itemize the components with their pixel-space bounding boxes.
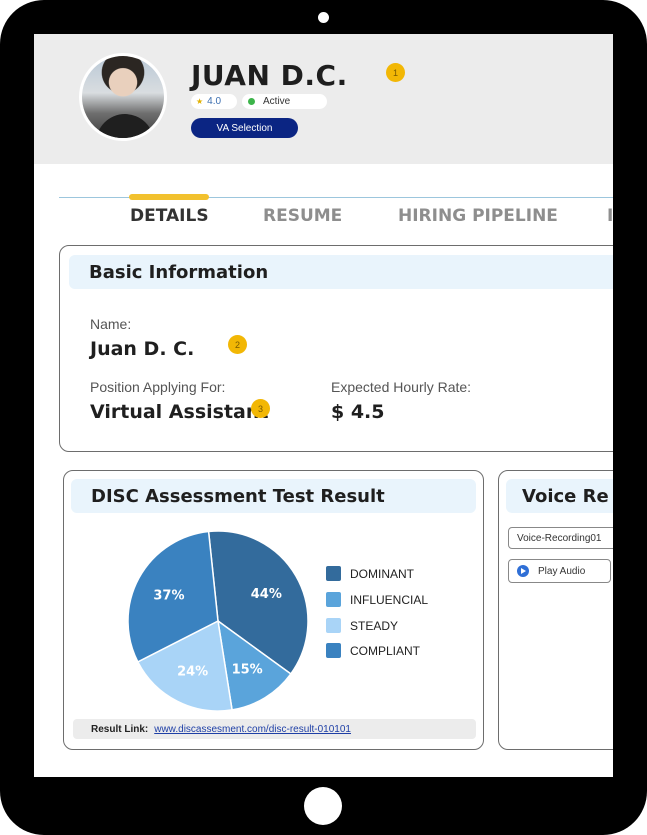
legend-item-influencial: INFLUENCIAL bbox=[326, 592, 428, 607]
legend-swatch bbox=[326, 566, 341, 581]
status-dot-icon bbox=[248, 98, 255, 105]
candidate-name: JUAN D.C. bbox=[191, 59, 348, 92]
tab-hiring-pipeline[interactable]: HIRING PIPELINE bbox=[398, 206, 558, 226]
tab-resume[interactable]: RESUME bbox=[263, 206, 342, 226]
play-audio-label: Play Audio bbox=[538, 565, 586, 577]
legend-item-steady: STEADY bbox=[326, 618, 398, 633]
rating-value: 4.0 bbox=[207, 96, 222, 107]
name-value: Juan D. C. bbox=[90, 338, 195, 360]
active-tab-indicator bbox=[129, 194, 209, 200]
pie-label-compliant: 37% bbox=[153, 588, 184, 603]
legend-label: STEADY bbox=[350, 618, 399, 633]
play-audio-button[interactable]: Play Audio bbox=[508, 559, 611, 583]
legend-swatch bbox=[326, 592, 341, 607]
legend-item-compliant: COMPLIANT bbox=[326, 643, 420, 658]
play-icon bbox=[517, 565, 529, 577]
marker-badge: 2 bbox=[228, 335, 247, 354]
star-icon: ★ bbox=[196, 97, 204, 106]
pie-label-dominant: 44% bbox=[251, 587, 282, 602]
tablet-frame: JUAN D.C. ★ 4.0 Active VA Selection 1 DE… bbox=[0, 0, 647, 835]
voice-recording-card: Voice Re Voice-Recording01 Play Audio bbox=[498, 470, 613, 750]
voice-file-name: Voice-Recording01 bbox=[508, 527, 613, 549]
hourly-rate-value: $ 4.5 bbox=[331, 401, 385, 423]
avatar-shoulders bbox=[96, 114, 154, 138]
position-label: Position Applying For: bbox=[90, 379, 226, 395]
va-selection-button[interactable]: VA Selection bbox=[191, 118, 298, 138]
result-link-label: Result Link: bbox=[91, 723, 149, 735]
pie-label-influencial: 15% bbox=[232, 663, 263, 678]
legend-swatch bbox=[326, 618, 341, 633]
home-button[interactable] bbox=[304, 787, 342, 825]
camera-dot bbox=[318, 12, 329, 23]
result-link[interactable]: www.discassesment.com/disc-result-010101 bbox=[154, 724, 351, 735]
basic-information-title: Basic Information bbox=[69, 255, 613, 289]
hourly-rate-label: Expected Hourly Rate: bbox=[331, 379, 472, 395]
disc-pie-chart: 44% 15% 24% 37% bbox=[127, 530, 309, 712]
tab-details[interactable]: DETAILS bbox=[130, 206, 209, 226]
status-badge: Active bbox=[242, 94, 327, 109]
screen: JUAN D.C. ★ 4.0 Active VA Selection 1 DE… bbox=[34, 34, 613, 777]
legend-label: COMPLIANT bbox=[350, 643, 421, 658]
name-label: Name: bbox=[90, 316, 132, 332]
avatar bbox=[79, 53, 167, 141]
profile-header: JUAN D.C. ★ 4.0 Active VA Selection 1 bbox=[34, 34, 613, 164]
disc-assessment-card: DISC Assessment Test Result 44% 15% 24% 37%… bbox=[63, 470, 484, 750]
marker-badge: 1 bbox=[386, 63, 405, 82]
legend-label: INFLUENCIAL bbox=[350, 592, 429, 607]
basic-information-card: Basic Information Name: Juan D. C. 2 Pos… bbox=[59, 245, 613, 452]
marker-badge: 3 bbox=[251, 399, 270, 418]
legend-label: DOMINANT bbox=[350, 566, 414, 581]
tab-next-partial[interactable]: I bbox=[607, 206, 613, 226]
position-value: Virtual Assistant bbox=[90, 401, 269, 423]
disc-title: DISC Assessment Test Result bbox=[71, 479, 476, 513]
voice-title: Voice Re bbox=[506, 479, 613, 513]
result-link-bar: Result Link: www.discassesment.com/disc-… bbox=[73, 719, 476, 739]
status-text: Active bbox=[263, 96, 291, 107]
rating-badge: ★ 4.0 bbox=[191, 94, 237, 109]
legend-item-dominant: DOMINANT bbox=[326, 566, 414, 581]
legend-swatch bbox=[326, 643, 341, 658]
pie-label-steady: 24% bbox=[177, 665, 208, 680]
